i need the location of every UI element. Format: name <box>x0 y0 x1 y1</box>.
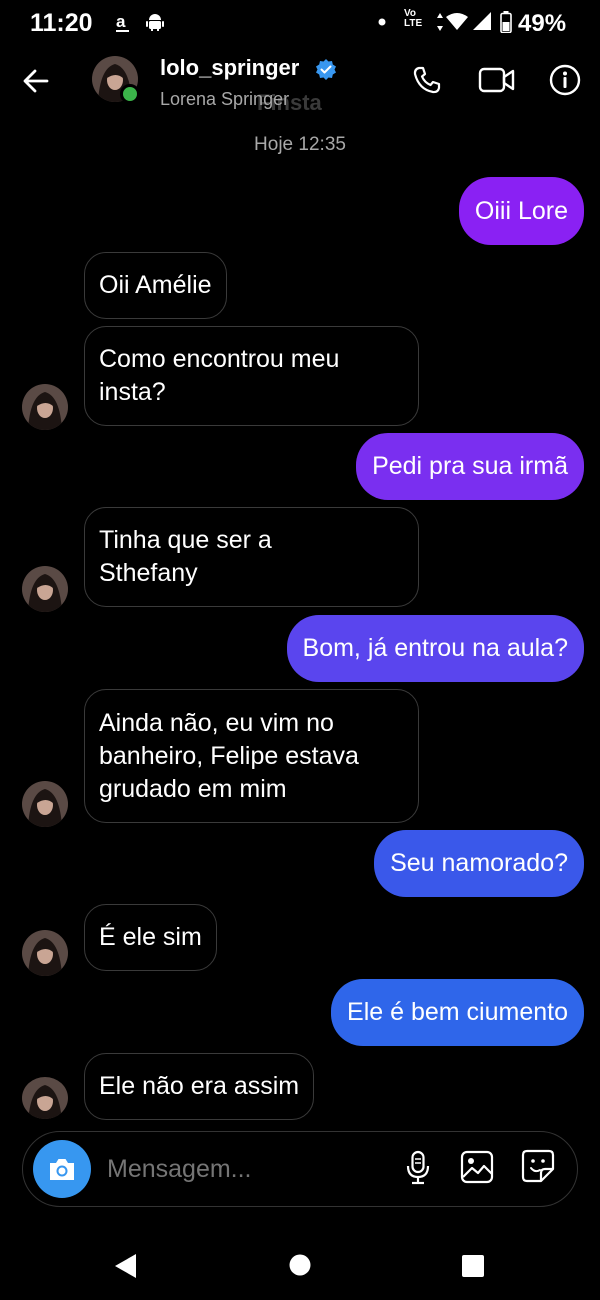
message-text: Tinha que ser a Sthefany <box>99 526 272 587</box>
microphone-icon[interactable] <box>405 1150 431 1186</box>
username[interactable]: lolo_springer <box>160 55 299 81</box>
volte-indicator: Vo LTE <box>404 9 422 29</box>
signal-icon <box>472 11 492 31</box>
message-text: Ainda não, eu vim no banheiro, Felipe est… <box>99 708 359 803</box>
camera-button[interactable] <box>33 1140 91 1198</box>
conversation-timestamp: Hoje 12:35 <box>254 134 346 155</box>
message-text: Ele não era assim <box>99 1072 300 1100</box>
home-nav-icon[interactable] <box>289 1254 311 1276</box>
sent-message-bubble[interactable]: Pedi pra sua irmã <box>356 433 584 500</box>
message-composer <box>22 1131 578 1207</box>
sender-avatar[interactable] <box>22 1077 68 1119</box>
message-text: Bom, já entrou na aula? <box>302 634 568 662</box>
received-message-bubble[interactable]: Ainda não, eu vim no banheiro, Felipe est… <box>84 689 419 823</box>
received-message-bubble[interactable]: Como encontrou meu insta? <box>84 326 419 426</box>
message-text: Ele é bem ciumento <box>347 998 568 1026</box>
info-icon[interactable] <box>549 64 581 96</box>
android-nav-bar <box>0 1230 600 1300</box>
data-arrows-icon <box>436 12 444 32</box>
received-message-bubble[interactable]: É ele sim <box>84 904 217 971</box>
sent-message-bubble[interactable]: Seu namorado? <box>374 830 584 897</box>
sender-avatar[interactable] <box>22 384 68 430</box>
message-input[interactable] <box>105 1154 389 1185</box>
profile-avatar[interactable] <box>92 56 140 104</box>
status-time: 11:20 <box>30 9 93 37</box>
android-icon <box>145 12 165 32</box>
message-text: É ele sim <box>99 923 202 951</box>
svg-text:a: a <box>116 12 126 31</box>
video-camera-icon[interactable] <box>478 66 516 94</box>
lte-label: LTE <box>404 18 423 29</box>
phone-icon[interactable] <box>412 65 442 95</box>
full-name: Lorena Springer <box>160 89 290 109</box>
message-text: Seu namorado? <box>390 849 568 877</box>
sent-message-bubble[interactable]: Oiii Lore <box>458 177 584 245</box>
recents-nav-icon[interactable] <box>462 1255 484 1277</box>
sender-avatar[interactable] <box>22 566 68 612</box>
sent-message-bubble[interactable]: Ele é bem ciumento <box>331 979 584 1046</box>
received-message-bubble[interactable]: Tinha que ser a Sthefany <box>84 507 419 607</box>
wifi-icon <box>446 12 468 30</box>
chat-header: Finsta lolo_springer Lorena Springer <box>0 46 600 126</box>
amazon-notification-icon: a <box>115 12 131 34</box>
sender-avatar[interactable] <box>22 781 68 827</box>
received-message-bubble[interactable]: Ele não era assim <box>84 1053 315 1120</box>
message-text: Como encontrou meu insta? <box>99 345 340 406</box>
message-text: Oiii Lore <box>474 196 568 225</box>
sender-avatar[interactable] <box>22 930 68 976</box>
verified-icon <box>315 58 337 80</box>
message-text: Oii Amélie <box>99 271 212 299</box>
gallery-icon[interactable] <box>460 1150 494 1184</box>
status-bar: 11:20 a Vo LTE 49% <box>0 0 600 46</box>
online-status-dot <box>120 84 140 104</box>
sticker-icon[interactable] <box>521 1149 555 1183</box>
message-text: Pedi pra sua irmã <box>372 452 568 480</box>
back-nav-icon[interactable] <box>114 1253 138 1279</box>
dot-icon <box>378 18 386 26</box>
battery-icon <box>500 11 512 33</box>
camera-icon <box>47 1155 77 1183</box>
sent-message-bubble[interactable]: Bom, já entrou na aula? <box>286 615 584 682</box>
received-message-bubble[interactable]: Oii Amélie <box>84 252 227 319</box>
battery-percentage: 49% <box>518 10 567 37</box>
back-arrow-icon[interactable] <box>22 67 50 95</box>
